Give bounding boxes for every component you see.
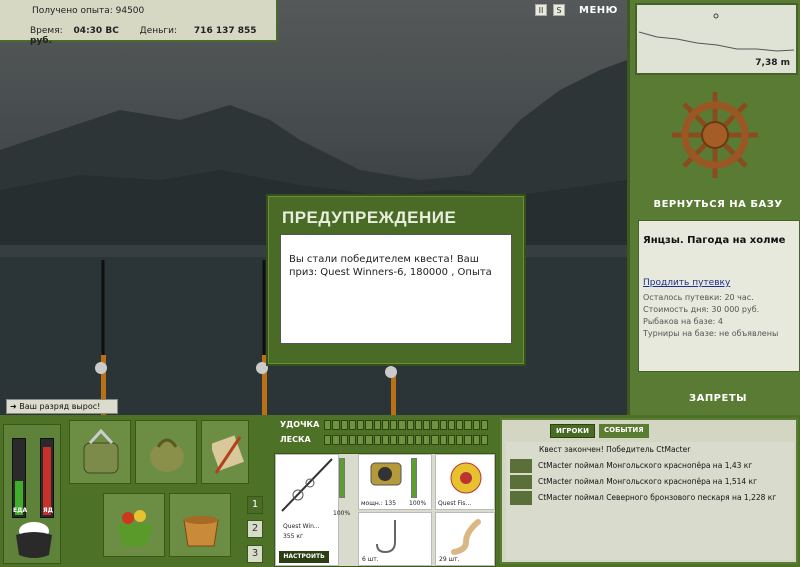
food-label: ЕДА	[13, 507, 28, 514]
warning-dialog: ПРЕДУПРЕЖДЕНИЕ Вы стали победителем квес…	[266, 194, 526, 366]
bait-worm-icon	[451, 519, 481, 555]
line-label: ЛЕСКА	[280, 435, 311, 444]
permit-remaining: Осталось путевки: 20 час.	[643, 293, 754, 302]
basket-slot[interactable]	[103, 493, 165, 557]
player-info-panel: Получено опыта: 94500 Время: 04:30 ВС Де…	[0, 0, 278, 46]
extend-permit-link[interactable]: Продлить путевку	[643, 278, 730, 288]
menu-button[interactable]: МЕНЮ	[579, 5, 618, 16]
money-label: Деньги:	[139, 26, 178, 36]
bans-button[interactable]: ЗАПРЕТЫ	[638, 393, 798, 404]
line-spool-icon	[450, 462, 482, 494]
events-tabs: ИГРОКИ СОБЫТИЯ	[550, 424, 649, 438]
pause-icon[interactable]: II	[535, 4, 547, 16]
fish-icon	[510, 459, 532, 473]
depth-value: 7,38 m	[755, 58, 790, 68]
fish-icon	[510, 475, 532, 489]
exp-value: 94500	[115, 6, 145, 16]
map-slot[interactable]	[201, 420, 249, 484]
event-item: CtMacter поймал Монгольского краснопёра …	[506, 474, 794, 490]
ship-wheel-icon[interactable]	[670, 90, 760, 180]
location-title: Янцзы. Пагода на холме	[643, 235, 786, 246]
gear-panel: УДОЧКА ЛЕСКА Quest Win... 355 кг НАСТРОИ…	[272, 417, 496, 567]
food-meter	[12, 438, 26, 518]
bucket-slot[interactable]	[169, 493, 231, 557]
rod-condition-pct: 100%	[333, 510, 351, 517]
bucket-icon	[183, 516, 219, 547]
event-item: Квест закончен! Победитель CtMacter	[539, 445, 691, 454]
hook-count: 6 шт.	[362, 556, 379, 563]
rod-name: Quest Win...	[283, 523, 320, 530]
rod-tile[interactable]: Quest Win... 355 кг НАСТРОИТЬ	[275, 454, 339, 566]
tournaments-status: Турниры на базе: не объявлены	[643, 329, 779, 338]
page-1-button[interactable]: 1	[247, 496, 263, 514]
bait-count: 29 шт.	[439, 556, 460, 563]
event-item: CtMacter поймал Монгольского краснопёра …	[506, 458, 794, 474]
rank-up-message[interactable]: ➜ Ваш разряд вырос!	[6, 399, 118, 414]
return-to-base-button[interactable]: ВЕРНУТЬСЯ НА БАЗУ	[638, 199, 798, 210]
events-list: Квест закончен! Победитель CtMacter CtMa…	[506, 442, 794, 560]
exp-label: Получено опыта:	[32, 6, 113, 16]
rod-condition-bar	[339, 458, 345, 498]
location-info: Янцзы. Пагода на холме Продлить путевку …	[638, 220, 800, 372]
line-strength-bar	[324, 435, 488, 445]
bag-slot[interactable]	[135, 420, 197, 484]
line-name: Quest Fis...	[438, 500, 472, 507]
depth-chart: 7,38 m	[635, 3, 798, 75]
time-label: Время:	[30, 26, 63, 36]
top-controls: II S МЕНЮ	[535, 4, 618, 16]
reel-condition-bar	[411, 458, 417, 498]
rod-strength-bar	[324, 420, 488, 430]
day-cost: Стоимость дня: 30 000 руб.	[643, 305, 760, 314]
line-tile[interactable]: Quest Fis...	[435, 454, 495, 510]
tackle-grid: Quest Win... 355 кг НАСТРОИТЬ 100% мощн.…	[274, 453, 496, 567]
events-panel: ИГРОКИ СОБЫТИЯ Квест закончен! Победител…	[500, 418, 798, 564]
reel-icon	[370, 462, 402, 486]
hook-icon	[376, 520, 396, 554]
setup-button[interactable]: НАСТРОИТЬ	[279, 551, 329, 563]
dialog-title: ПРЕДУПРЕЖДЕНИЕ	[282, 208, 457, 227]
page-2-button[interactable]: 2	[247, 520, 263, 538]
poison-label: ЯД	[43, 507, 53, 514]
dialog-text: Вы стали победителем квеста! Ваш приз: Q…	[280, 234, 512, 344]
rod-label: УДОЧКА	[280, 420, 320, 429]
rod-icon	[281, 458, 333, 512]
vegetable-basket-icon	[117, 510, 153, 546]
cooking-pot-icon[interactable]	[11, 521, 57, 561]
arrow-icon: ➜	[10, 402, 20, 411]
hook-tile[interactable]: 6 шт.	[358, 512, 432, 566]
backpack-slot[interactable]	[69, 420, 131, 484]
reel-tile[interactable]: мощн.: 135 100%	[358, 454, 432, 510]
poison-meter	[40, 438, 54, 518]
map-feather-icon	[212, 435, 244, 474]
reel-power: мощн.: 135	[361, 500, 397, 507]
bag-icon	[150, 438, 184, 472]
status-meters: ЕДА ЯД	[3, 424, 61, 564]
sound-icon[interactable]: S	[553, 4, 565, 16]
fish-icon	[510, 491, 532, 505]
time-value: 04:30 ВС	[73, 26, 119, 36]
tab-events[interactable]: СОБЫТИЯ	[598, 424, 649, 438]
right-panel: 7,38 m ВЕРНУТЬСЯ НА БАЗУ Янцзы. Пагода н…	[627, 0, 800, 415]
backpack-icon	[83, 429, 119, 474]
reel-condition-pct: 100%	[409, 500, 427, 507]
rod-weight: 355 кг	[283, 533, 304, 540]
bait-tile[interactable]: 29 шт.	[435, 512, 495, 566]
event-item: CtMacter поймал Северного бронзового пес…	[506, 490, 794, 506]
fishers-count: Рыбаков на базе: 4	[643, 317, 723, 326]
page-3-button[interactable]: 3	[247, 545, 263, 563]
tab-players[interactable]: ИГРОКИ	[550, 424, 595, 438]
